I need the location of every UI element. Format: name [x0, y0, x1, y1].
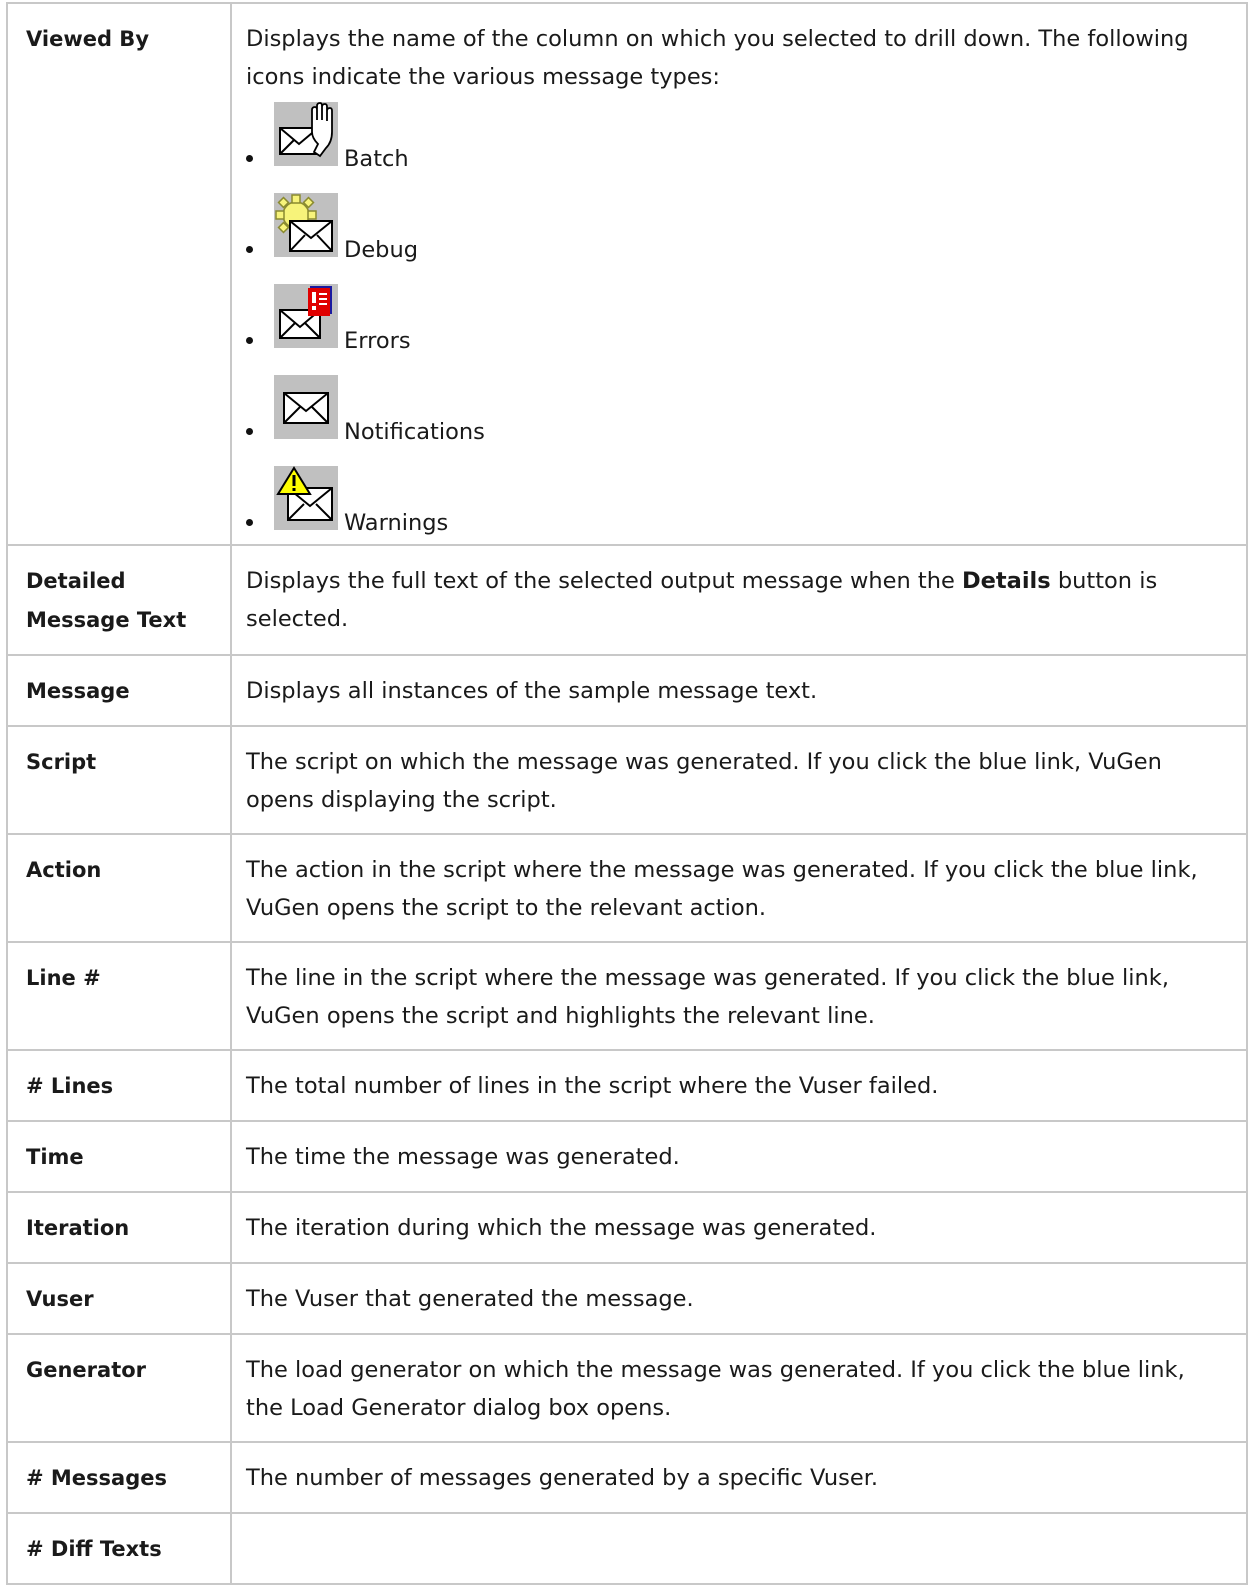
table-row: Detailed Message Text Displays the full …: [6, 544, 1248, 656]
notifications-message-icon: [274, 375, 338, 439]
field-description: The total number of lines in the script …: [230, 1049, 1248, 1122]
debug-message-icon: [274, 193, 338, 257]
field-description: Displays all instances of the sample mes…: [230, 654, 1248, 727]
field-description: Displays the full text of the selected o…: [230, 544, 1248, 656]
list-item: Batch: [246, 102, 1222, 172]
bullet: [246, 337, 253, 344]
icon-label: Notifications: [344, 419, 485, 445]
field-description: The script on which the message was gene…: [230, 725, 1248, 835]
table-row: Time The time the message was generated.: [6, 1120, 1248, 1193]
field-description: The line in the script where the message…: [230, 941, 1248, 1051]
field-name: Line #: [6, 941, 232, 1051]
field-description: The Vuser that generated the message.: [230, 1262, 1248, 1335]
description-text: Displays the name of the column on which…: [246, 26, 1189, 90]
field-description: The number of messages generated by a sp…: [230, 1441, 1248, 1514]
field-name: # Diff Texts: [6, 1512, 232, 1585]
field-name: Script: [6, 725, 232, 835]
list-item: Errors: [246, 284, 1222, 354]
errors-message-icon: [274, 284, 338, 348]
table-row: # Messages The number of messages genera…: [6, 1441, 1248, 1514]
field-name: Iteration: [6, 1191, 232, 1264]
field-name: Viewed By: [6, 2, 232, 546]
table-row: # Diff Texts: [6, 1512, 1248, 1585]
field-name: Time: [6, 1120, 232, 1193]
icon-label: Warnings: [344, 510, 449, 536]
warnings-message-icon: [274, 466, 338, 530]
bullet: [246, 155, 253, 162]
table-row: Message Displays all instances of the sa…: [6, 654, 1248, 727]
field-name: Detailed Message Text: [6, 544, 232, 656]
field-name: Vuser: [6, 1262, 232, 1335]
icon-label: Debug: [344, 237, 418, 263]
batch-message-icon: [274, 102, 338, 166]
bullet: [246, 428, 253, 435]
field-description: The action in the script where the messa…: [230, 833, 1248, 943]
bullet: [246, 246, 253, 253]
table-row: Generator The load generator on which th…: [6, 1333, 1248, 1443]
table-row: # Lines The total number of lines in the…: [6, 1049, 1248, 1122]
icon-label: Batch: [344, 146, 409, 172]
message-fields-table: Viewed By Displays the name of the colum…: [6, 2, 1248, 1585]
description-text: Displays the full text of the selected o…: [246, 568, 962, 594]
field-name: # Lines: [6, 1049, 232, 1122]
table-row: Vuser The Vuser that generated the messa…: [6, 1262, 1248, 1335]
table-row: Action The action in the script where th…: [6, 833, 1248, 943]
details-button-reference: Details: [961, 568, 1051, 594]
table-row: Viewed By Displays the name of the colum…: [6, 2, 1248, 546]
table-row: Script The script on which the message w…: [6, 725, 1248, 835]
field-description: The time the message was generated.: [230, 1120, 1248, 1193]
field-description: [230, 1512, 1248, 1585]
field-name: Message: [6, 654, 232, 727]
message-type-icon-list: Batch Debug Errors Notifications Warning…: [246, 102, 1222, 536]
table-row: Line # The line in the script where the …: [6, 941, 1248, 1051]
list-item: Debug: [246, 193, 1222, 263]
field-description: The iteration during which the message w…: [230, 1191, 1248, 1264]
table-row: Iteration The iteration during which the…: [6, 1191, 1248, 1264]
field-name: # Messages: [6, 1441, 232, 1514]
field-description: The load generator on which the message …: [230, 1333, 1248, 1443]
field-description: Displays the name of the column on which…: [230, 2, 1248, 546]
bullet: [246, 519, 253, 526]
icon-label: Errors: [344, 328, 411, 354]
list-item: Warnings: [246, 466, 1222, 536]
list-item: Notifications: [246, 375, 1222, 445]
field-name: Action: [6, 833, 232, 943]
field-name: Generator: [6, 1333, 232, 1443]
